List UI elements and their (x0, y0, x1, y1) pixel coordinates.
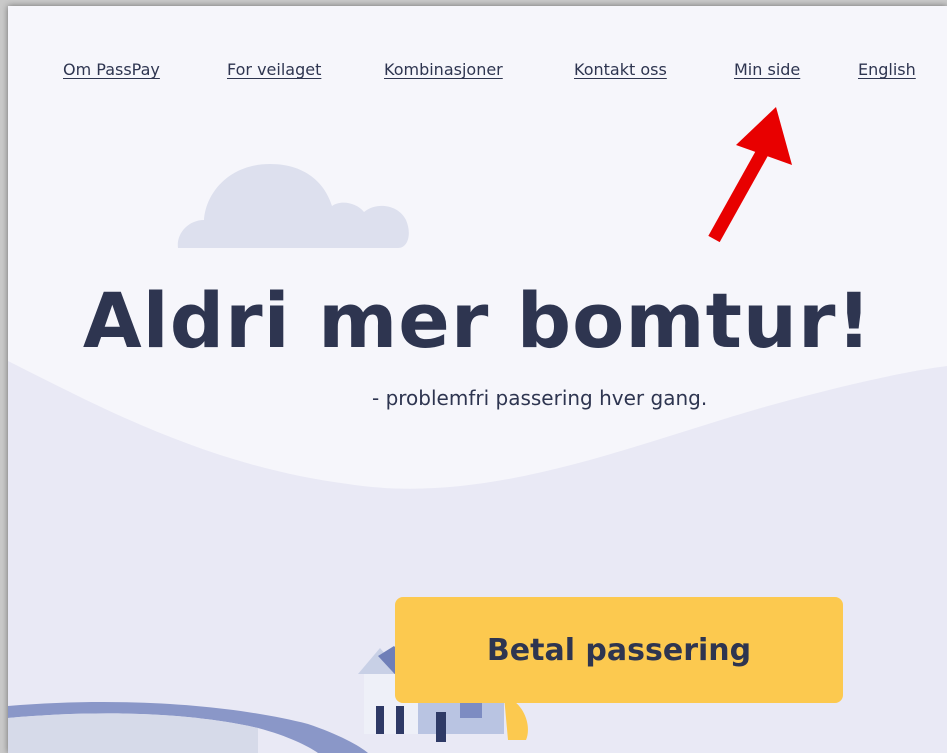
hero-title: Aldri mer bomtur! (82, 276, 873, 365)
nav-link-min-side[interactable]: Min side (734, 60, 800, 79)
nav-link-kombinasjoner[interactable]: Kombinasjoner (384, 60, 503, 79)
top-navigation: Om PassPay For veilaget Kombinasjoner Ko… (8, 60, 947, 90)
red-arrow-icon (708, 107, 792, 243)
cloud-icon (177, 164, 409, 248)
hero-subtitle: - problemfri passering hver gang. (372, 386, 708, 410)
nav-link-kontakt-oss[interactable]: Kontakt oss (574, 60, 667, 79)
nav-link-for-veilaget[interactable]: For veilaget (227, 60, 321, 79)
pay-passage-button[interactable]: Betal passering (395, 597, 843, 703)
browser-viewport: Om PassPay For veilaget Kombinasjoner Ko… (8, 6, 947, 753)
nav-link-english[interactable]: English (858, 60, 916, 79)
nav-link-om-passpay[interactable]: Om PassPay (63, 60, 160, 79)
